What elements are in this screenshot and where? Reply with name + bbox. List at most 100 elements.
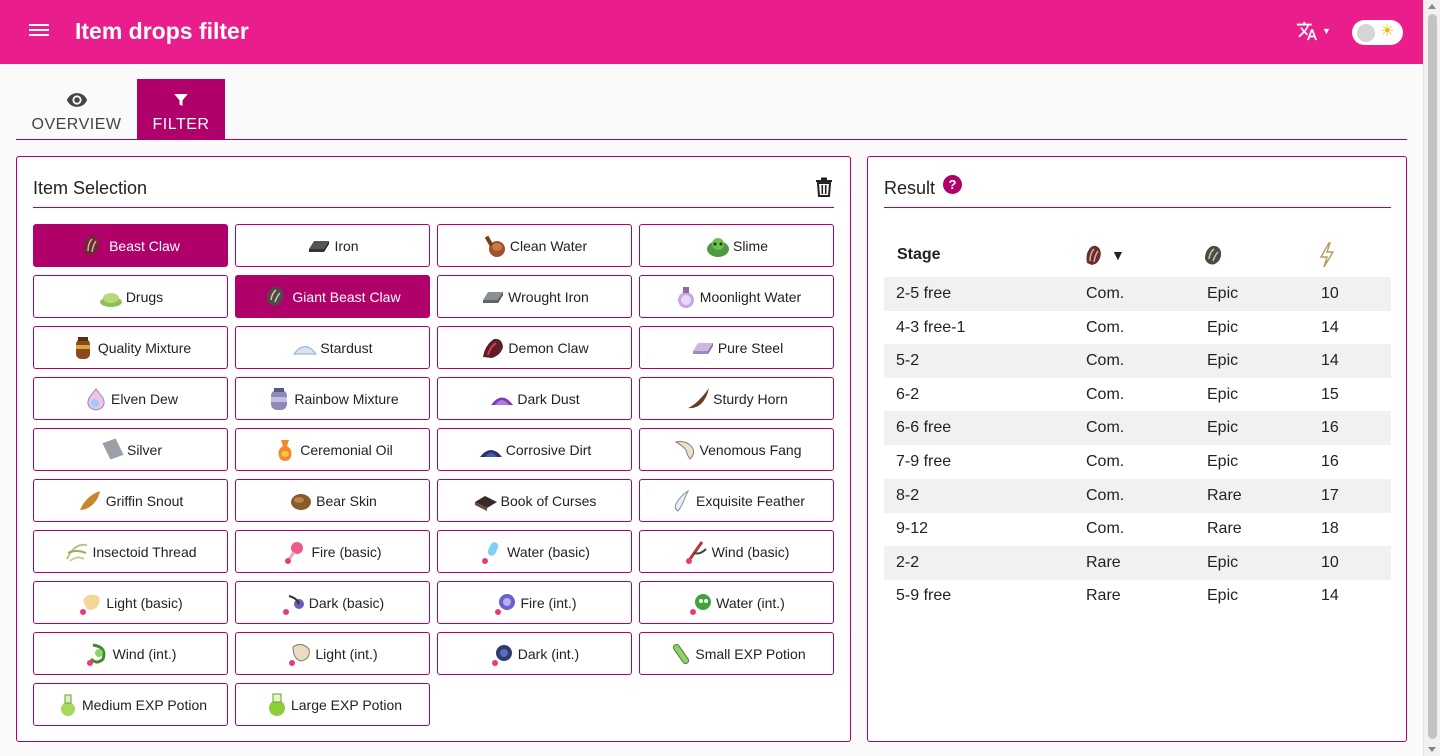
help-icon[interactable]: ? bbox=[943, 175, 962, 194]
item-button-corrosive-dirt[interactable]: Corrosive Dirt bbox=[437, 428, 632, 471]
column-header-beast-claw[interactable]: ▼ bbox=[1083, 232, 1125, 277]
item-button-dark-dust[interactable]: Dark Dust bbox=[437, 377, 632, 420]
pure-steel-icon bbox=[690, 335, 716, 361]
water-int-icon bbox=[688, 590, 714, 616]
cell-beast-claw: Com. bbox=[1086, 385, 1125, 403]
cell-giant-beast-claw: Epic bbox=[1207, 385, 1239, 403]
item-button-label: Water (int.) bbox=[716, 594, 785, 611]
language-button[interactable]: ▼ bbox=[1296, 20, 1331, 42]
item-button-book-of-curses[interactable]: Book of Curses bbox=[437, 479, 632, 522]
column-header-stage[interactable]: Stage bbox=[897, 232, 941, 277]
scrollbar[interactable] bbox=[1423, 0, 1440, 756]
table-row: 5-2 Com. Epic 14 bbox=[884, 344, 1391, 379]
toggle-knob bbox=[1357, 24, 1375, 42]
cell-giant-beast-claw: Epic bbox=[1207, 419, 1239, 437]
tab-overview[interactable]: OVERVIEW bbox=[16, 79, 137, 139]
item-button-label: Medium EXP Potion bbox=[81, 696, 208, 713]
cell-giant-beast-claw: Epic bbox=[1207, 285, 1239, 302]
result-title: Result bbox=[884, 178, 936, 198]
item-button-label: Ceremonial Oil bbox=[300, 441, 393, 458]
item-button-stardust[interactable]: Stardust bbox=[235, 326, 430, 369]
menu-icon[interactable] bbox=[27, 21, 51, 43]
cell-beast-claw: Com. bbox=[1086, 520, 1125, 538]
item-button-griffin-snout[interactable]: Griffin Snout bbox=[33, 479, 228, 522]
item-button-pure-steel[interactable]: Pure Steel bbox=[639, 326, 834, 369]
item-button-clean-water[interactable]: Clean Water bbox=[437, 224, 632, 267]
item-button-light-int[interactable]: Light (int.) bbox=[235, 632, 430, 675]
item-button-small-exp-potion[interactable]: Small EXP Potion bbox=[639, 632, 834, 675]
item-button-quality-mixture[interactable]: Quality Mixture bbox=[33, 326, 228, 369]
cell-energy: 14 bbox=[1321, 352, 1339, 370]
cell-beast-claw: Com. bbox=[1086, 453, 1125, 470]
cell-beast-claw: Com. bbox=[1086, 352, 1125, 370]
item-button-silver[interactable]: Silver bbox=[33, 428, 228, 471]
cell-stage: 5-9 free bbox=[896, 587, 952, 605]
item-button-label: Small EXP Potion bbox=[695, 645, 806, 662]
scroll-up-icon[interactable] bbox=[1428, 4, 1436, 9]
item-button-label: Wind (int.) bbox=[112, 645, 177, 662]
item-button-large-exp-potion[interactable]: Large EXP Potion bbox=[235, 683, 430, 726]
ceremonial-oil-icon bbox=[272, 437, 298, 463]
cell-stage: 2-5 free bbox=[896, 285, 952, 302]
cell-giant-beast-claw: Epic bbox=[1207, 453, 1239, 470]
cell-energy: 14 bbox=[1321, 587, 1339, 605]
item-button-rainbow-mixture[interactable]: Rainbow Mixture bbox=[235, 377, 430, 420]
item-button-drugs[interactable]: Drugs bbox=[33, 275, 228, 318]
item-button-label: Insectoid Thread bbox=[92, 543, 197, 560]
item-button-label: Silver bbox=[126, 441, 162, 458]
item-button-label: Slime bbox=[732, 237, 768, 254]
item-button-elven-dew[interactable]: Elven Dew bbox=[33, 377, 228, 420]
item-button-label: Wind (basic) bbox=[711, 543, 790, 560]
sort-desc-icon: ▼ bbox=[1111, 246, 1125, 263]
item-button-wind-int[interactable]: Wind (int.) bbox=[33, 632, 228, 675]
scrollbar-thumb[interactable] bbox=[1428, 14, 1437, 739]
item-button-light-basic[interactable]: Light (basic) bbox=[33, 581, 228, 624]
sturdy-horn-icon bbox=[685, 386, 711, 412]
item-button-venomous-fang[interactable]: Venomous Fang bbox=[639, 428, 834, 471]
dark-dust-icon bbox=[489, 386, 515, 412]
cell-energy: 10 bbox=[1321, 285, 1339, 302]
column-header-energy[interactable] bbox=[1319, 232, 1335, 277]
item-button-label: Corrosive Dirt bbox=[505, 441, 592, 458]
item-button-insectoid-thread[interactable]: Insectoid Thread bbox=[33, 530, 228, 573]
item-button-label: Quality Mixture bbox=[97, 339, 192, 356]
item-button-moonlight-water[interactable]: Moonlight Water bbox=[639, 275, 834, 318]
medium-exp-potion-icon bbox=[54, 692, 80, 718]
insectoid-thread-icon bbox=[64, 539, 90, 565]
item-button-ceremonial-oil[interactable]: Ceremonial Oil bbox=[235, 428, 430, 471]
item-button-iron[interactable]: Iron bbox=[235, 224, 430, 267]
item-button-wind-basic[interactable]: Wind (basic) bbox=[639, 530, 834, 573]
item-button-medium-exp-potion[interactable]: Medium EXP Potion bbox=[33, 683, 228, 726]
item-button-label: Bear Skin bbox=[316, 492, 377, 509]
small-exp-potion-icon bbox=[667, 641, 693, 667]
item-button-label: Clean Water bbox=[509, 237, 588, 254]
item-button-demon-claw[interactable]: Demon Claw bbox=[437, 326, 632, 369]
cell-stage: 5-2 bbox=[896, 352, 920, 370]
item-button-water-int[interactable]: Water (int.) bbox=[639, 581, 834, 624]
tab-filter-label: FILTER bbox=[152, 116, 210, 133]
item-button-water-basic[interactable]: Water (basic) bbox=[437, 530, 632, 573]
item-button-exquisite-feather[interactable]: Exquisite Feather bbox=[639, 479, 834, 522]
item-button-wrought-iron[interactable]: Wrought Iron bbox=[437, 275, 632, 318]
theme-toggle[interactable]: ☀ bbox=[1352, 20, 1403, 45]
tab-filter[interactable]: FILTER bbox=[137, 79, 225, 139]
item-button-fire-basic[interactable]: Fire (basic) bbox=[235, 530, 430, 573]
item-button-dark-int[interactable]: Dark (int.) bbox=[437, 632, 632, 675]
large-exp-potion-icon bbox=[263, 692, 289, 718]
item-button-fire-int[interactable]: Fire (int.) bbox=[437, 581, 632, 624]
item-button-bear-skin[interactable]: Bear Skin bbox=[235, 479, 430, 522]
trash-icon[interactable] bbox=[815, 177, 833, 202]
item-button-dark-basic[interactable]: Dark (basic) bbox=[235, 581, 430, 624]
item-button-giant-beast-claw[interactable]: Giant Beast Claw bbox=[235, 275, 430, 318]
item-button-slime[interactable]: Slime bbox=[639, 224, 834, 267]
item-button-label: Fire (basic) bbox=[311, 543, 382, 560]
table-row: 2-2 Rare Epic 10 bbox=[884, 545, 1391, 580]
scroll-down-icon[interactable] bbox=[1428, 747, 1436, 752]
item-button-label: Water (basic) bbox=[507, 543, 590, 560]
cell-stage: 2-2 bbox=[896, 553, 920, 571]
column-header-giant-beast-claw[interactable] bbox=[1202, 232, 1224, 277]
divider bbox=[884, 207, 1391, 208]
item-button-beast-claw[interactable]: Beast Claw bbox=[33, 224, 228, 267]
item-button-sturdy-horn[interactable]: Sturdy Horn bbox=[639, 377, 834, 420]
item-button-label: Fire (int.) bbox=[520, 594, 577, 611]
